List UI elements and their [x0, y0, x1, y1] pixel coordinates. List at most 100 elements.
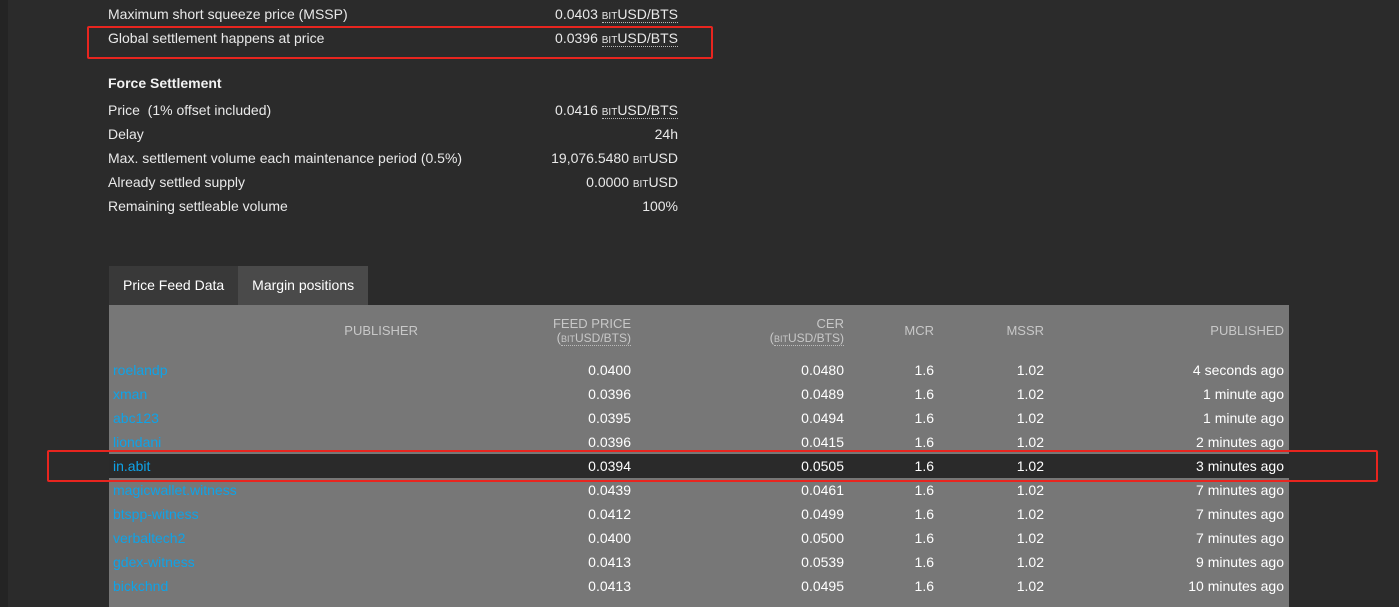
fs-price-unit: BITUSD/BTS	[601, 102, 678, 119]
fs-delay-row: Delay 24h	[108, 122, 678, 146]
feed-price-cell: 0.0412	[588, 506, 631, 522]
mssp-label: Maximum short squeeze price (MSSP)	[108, 6, 348, 22]
unit-usd: USD	[648, 174, 678, 190]
published-cell: 1 minute ago	[1203, 410, 1284, 426]
table-row: bickchnd 0.0413 0.0495 1.6 1.02 10 minutes ag…	[109, 574, 1289, 598]
unit-main: USD/BTS	[617, 6, 678, 22]
fs-maxvol-value: 19,076.5480 BITUSD	[551, 146, 678, 170]
unit-prefix: BIT	[632, 179, 649, 190]
tab-price-feed-data[interactable]: Price Feed Data	[109, 266, 239, 305]
publisher-link[interactable]: xman	[113, 382, 147, 406]
fs-settled-value: 0.0000 BITUSD	[586, 170, 678, 194]
fs-maxvol-row: Max. settlement volume each maintenance …	[108, 146, 678, 170]
annotation-box-in-abit-row	[47, 450, 1378, 482]
header-cer-label: CER	[816, 316, 844, 331]
fs-price-row: Price (1% offset included) 0.0416 BITUSD…	[108, 98, 678, 122]
table-row: btspp-witness 0.0412 0.0499 1.6 1.02 7 minute…	[109, 502, 1289, 526]
table-row: roelandp 0.0400 0.0480 1.6 1.02 4 seconds ago	[109, 358, 1289, 382]
mssr-cell: 1.02	[1016, 578, 1044, 594]
header-cer[interactable]: CER (BITUSD/BTS)	[770, 317, 844, 347]
fs-settled-label: Already settled supply	[108, 174, 245, 190]
table-row: gdex-witness 0.0413 0.0539 1.6 1.02 9 minutes…	[109, 550, 1289, 574]
feed-price-cell: 0.0400	[588, 362, 631, 378]
feed-price-cell: 0.0400	[588, 530, 631, 546]
table-row: xman 0.0396 0.0489 1.6 1.02 1 minute ago	[109, 382, 1289, 406]
force-settlement-title: Force Settlement	[108, 75, 222, 91]
fs-remaining-row: Remaining settleable volume 100%	[108, 194, 678, 218]
cer-cell: 0.0539	[801, 554, 844, 570]
fs-settled-number: 0.0000	[586, 174, 629, 190]
table-row: abc123 0.0395 0.0494 1.6 1.02 1 minute ago	[109, 406, 1289, 430]
mssr-cell: 1.02	[1016, 506, 1044, 522]
cer-cell: 0.0499	[801, 506, 844, 522]
mcr-cell: 1.6	[914, 530, 934, 546]
cer-cell: 0.0480	[801, 362, 844, 378]
mssr-cell: 1.02	[1016, 554, 1044, 570]
mssr-cell: 1.02	[1016, 530, 1044, 546]
feed-price-cell: 0.0395	[588, 410, 631, 426]
published-cell: 7 minutes ago	[1196, 530, 1284, 546]
cer-cell: 0.0489	[801, 386, 844, 402]
header-publisher[interactable]: PUBLISHER	[344, 324, 418, 338]
mcr-cell: 1.6	[914, 506, 934, 522]
table-row: verbaltech2 0.0400 0.0500 1.6 1.02 7 minutes …	[109, 526, 1289, 550]
annotation-box-global-settlement	[87, 26, 713, 59]
unit-prefix: BIT	[560, 334, 575, 344]
mssp-unit: BITUSD/BTS	[601, 6, 678, 23]
publisher-link[interactable]: btspp-witness	[113, 502, 199, 526]
mcr-cell: 1.6	[914, 410, 934, 426]
mssp-row: Maximum short squeeze price (MSSP) 0.040…	[108, 2, 678, 26]
fs-settled-row: Already settled supply 0.0000 BITUSD	[108, 170, 678, 194]
tab-bar: Price Feed Data Margin positions	[109, 266, 369, 305]
mcr-cell: 1.6	[914, 362, 934, 378]
mssp-number: 0.0403	[555, 6, 598, 22]
unit-main: USD/BTS)	[574, 331, 631, 345]
publisher-link[interactable]: gdex-witness	[113, 550, 195, 574]
header-unit: BITUSD/BTS)	[773, 331, 844, 346]
left-edge	[0, 0, 8, 607]
publisher-link[interactable]: abc123	[113, 406, 159, 430]
publisher-link[interactable]: verbaltech2	[113, 526, 185, 550]
fs-price-label: Price (1% offset included)	[108, 102, 272, 118]
unit-main: USD/BTS)	[787, 331, 844, 345]
header-feed-price-unit: (BITUSD/BTS)	[553, 331, 631, 347]
unit-prefix: BIT	[601, 11, 618, 22]
unit-prefix: BIT	[773, 334, 788, 344]
unit-prefix: BIT	[632, 155, 649, 166]
fs-maxvol-unit: BITUSD	[632, 150, 678, 166]
mcr-cell: 1.6	[914, 578, 934, 594]
mssp-value: 0.0403 BITUSD/BTS	[555, 2, 678, 26]
cer-cell: 0.0494	[801, 410, 844, 426]
fs-delay-label: Delay	[108, 126, 144, 142]
fs-remaining-label: Remaining settleable volume	[108, 198, 288, 214]
published-cell: 1 minute ago	[1203, 386, 1284, 402]
fs-price-value: 0.0416 BITUSD/BTS	[555, 98, 678, 122]
header-cer-unit: (BITUSD/BTS)	[770, 331, 844, 347]
unit-main: USD/BTS	[617, 102, 678, 118]
publisher-link[interactable]: roelandp	[113, 358, 168, 382]
feed-price-cell: 0.0396	[588, 386, 631, 402]
header-feed-price[interactable]: FEED PRICE (BITUSD/BTS)	[553, 317, 631, 347]
mssr-cell: 1.02	[1016, 410, 1044, 426]
header-mssr[interactable]: MSSR	[1006, 324, 1044, 338]
fs-remaining-value: 100%	[642, 198, 678, 214]
mssr-cell: 1.02	[1016, 386, 1044, 402]
fs-maxvol-label: Max. settlement volume each maintenance …	[108, 150, 463, 166]
table-header: PUBLISHER FEED PRICE (BITUSD/BTS) CER (B…	[109, 305, 1289, 358]
header-published[interactable]: PUBLISHED	[1210, 324, 1284, 338]
published-cell: 4 seconds ago	[1192, 362, 1284, 378]
cer-cell: 0.0500	[801, 530, 844, 546]
published-cell: 7 minutes ago	[1196, 506, 1284, 522]
publisher-link[interactable]: bickchnd	[113, 574, 168, 598]
tab-margin-positions[interactable]: Margin positions	[238, 266, 369, 305]
header-mcr[interactable]: MCR	[904, 324, 934, 338]
unit-usd: USD	[648, 150, 678, 166]
fs-price-number: 0.0416	[555, 102, 598, 118]
cer-cell: 0.0495	[801, 578, 844, 594]
unit-prefix: BIT	[601, 107, 618, 118]
fs-settled-unit: BITUSD	[632, 174, 678, 190]
mcr-cell: 1.6	[914, 386, 934, 402]
fs-maxvol-number: 19,076.5480	[551, 150, 629, 166]
mcr-cell: 1.6	[914, 554, 934, 570]
published-cell: 10 minutes ago	[1188, 578, 1284, 594]
